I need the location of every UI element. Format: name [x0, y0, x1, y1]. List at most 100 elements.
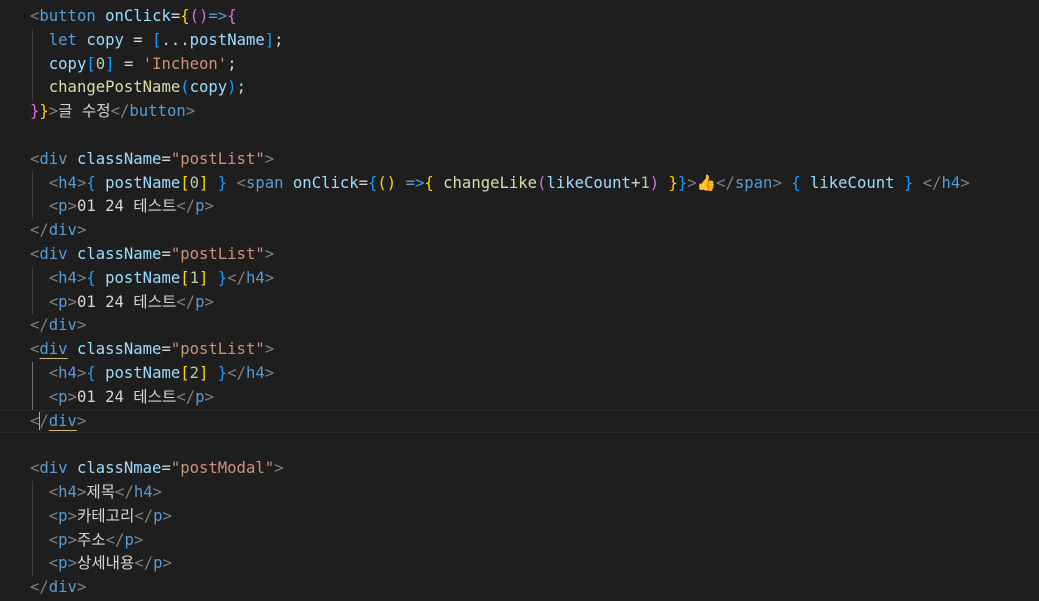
number-literal: 0	[189, 173, 200, 192]
tag-name: p	[195, 197, 205, 216]
jsx-text: 글 수정	[58, 102, 111, 121]
tag-name: p	[195, 292, 205, 311]
attr-name: className	[76, 149, 162, 168]
tag-name: p	[195, 387, 205, 406]
jsx-text: 제목	[86, 482, 116, 501]
tag-name: h4	[245, 363, 265, 382]
tag-name: h4	[58, 173, 77, 192]
jsx-text: 카테고리	[76, 506, 135, 525]
indent-guide-active	[32, 385, 33, 410]
variable: copy	[189, 78, 228, 97]
code-line-6[interactable]	[0, 124, 1039, 148]
code-line-19[interactable]	[0, 433, 1039, 457]
tag-name: p	[124, 530, 134, 549]
indent-guide	[32, 552, 33, 577]
tag-name: p	[58, 554, 68, 573]
tag-name: p	[153, 554, 163, 573]
tag-name: div	[48, 578, 77, 597]
code-lines: <button onClick={()=>{ let copy = [...po…	[0, 5, 1039, 600]
attr-name: onClick	[105, 7, 171, 25]
attr-name: className	[76, 340, 162, 359]
code-line-15[interactable]: <div className="postList">	[0, 338, 1039, 362]
indent-guide-active	[32, 361, 33, 386]
tag-name: h4	[941, 173, 961, 192]
function-name: changePostName	[48, 78, 181, 97]
tag-name: h4	[58, 268, 77, 287]
tag-name: div	[39, 459, 68, 478]
tag-name-matched: div	[39, 340, 68, 359]
string-literal: "postModal"	[170, 459, 275, 478]
code-line-5[interactable]: }}>글 수정</button>	[0, 100, 1039, 124]
keyword: let	[48, 30, 77, 49]
tag-name: p	[58, 292, 68, 311]
code-line-16[interactable]: <h4>{ postName[2] }</h4>	[0, 361, 1039, 386]
tag-name: p	[58, 387, 68, 406]
code-line-10[interactable]: </div>	[0, 219, 1039, 243]
string-literal: "postList"	[170, 149, 265, 168]
variable: postName	[189, 30, 265, 49]
code-line-20[interactable]: <div classNmae="postModal">	[0, 457, 1039, 481]
indent-guide	[32, 171, 33, 196]
tag-name: h4	[245, 268, 265, 287]
code-line-2[interactable]: let copy = [...postName];	[0, 28, 1039, 53]
tag-name-matched: div	[48, 411, 77, 430]
variable: postName	[105, 268, 181, 287]
attr-name: className	[76, 244, 162, 263]
variable: postName	[105, 173, 181, 192]
indent-guide	[32, 52, 33, 77]
string-literal: 'Incheon'	[142, 54, 228, 73]
code-line-18-active[interactable]: </div>	[0, 409, 1039, 434]
variable: likeCount	[546, 173, 631, 192]
tag-name: p	[153, 506, 163, 525]
number-literal: 1	[189, 268, 200, 287]
string-literal: "postList"	[170, 340, 265, 359]
indent-guide	[32, 266, 33, 291]
code-line-12[interactable]: <h4>{ postName[1] }</h4>	[0, 266, 1039, 291]
code-line-1[interactable]: <button onClick={()=>{	[0, 5, 1039, 29]
code-line-11[interactable]: <div className="postList">	[0, 243, 1039, 267]
code-line-9[interactable]: <p>01 24 테스트</p>	[0, 195, 1039, 220]
code-line-22[interactable]: <p>카테고리</p>	[0, 504, 1039, 529]
code-line-8[interactable]: <h4>{ postName[0] } <span onClick={() =>…	[0, 171, 1039, 196]
number-literal: 1	[640, 173, 650, 192]
code-line-17[interactable]: <p>01 24 테스트</p>	[0, 385, 1039, 410]
indent-guide	[32, 195, 33, 220]
code-line-14[interactable]: </div>	[0, 314, 1039, 338]
indent-guide	[32, 480, 33, 505]
tag-name: button	[129, 102, 186, 121]
tag-name: span	[734, 173, 773, 192]
indent-guide	[32, 28, 33, 53]
tag-name: p	[58, 530, 68, 549]
jsx-text: 01 24 테스트	[76, 197, 177, 216]
tag-name: div	[48, 316, 77, 335]
variable: copy	[86, 30, 124, 49]
indent-guide	[32, 76, 33, 101]
indent-guide	[32, 290, 33, 315]
string-literal: "postList"	[170, 244, 265, 263]
tag-name: span	[245, 173, 284, 192]
code-line-3[interactable]: copy[0] = 'Incheon';	[0, 52, 1039, 77]
function-name: changeLike	[443, 173, 538, 192]
variable: likeCount	[810, 173, 895, 192]
jsx-text: 상세내용	[76, 554, 135, 573]
tag-name: div	[39, 149, 68, 168]
code-line-24[interactable]: <p>상세내용</p>	[0, 552, 1039, 577]
tag-name: button	[39, 7, 96, 25]
code-line-7[interactable]: <div className="postList">	[0, 148, 1039, 172]
tag-name: div	[48, 221, 77, 240]
variable: postName	[105, 363, 181, 382]
indent-guide	[32, 504, 33, 529]
jsx-text: 01 24 테스트	[76, 387, 177, 406]
code-line-23[interactable]: <p>주소</p>	[0, 528, 1039, 553]
variable: copy	[48, 54, 87, 73]
tag-name: h4	[58, 363, 77, 382]
number-literal: 0	[95, 54, 106, 73]
tag-name: h4	[58, 482, 77, 501]
code-line-13[interactable]: <p>01 24 테스트</p>	[0, 290, 1039, 315]
code-line-25[interactable]: </div>	[0, 576, 1039, 600]
code-editor[interactable]: <button onClick={()=>{ let copy = [...po…	[0, 0, 1039, 601]
tag-name: div	[39, 244, 68, 263]
jsx-text: 주소	[76, 530, 106, 549]
code-line-21[interactable]: <h4>제목</h4>	[0, 480, 1039, 505]
code-line-4[interactable]: changePostName(copy);	[0, 76, 1039, 101]
